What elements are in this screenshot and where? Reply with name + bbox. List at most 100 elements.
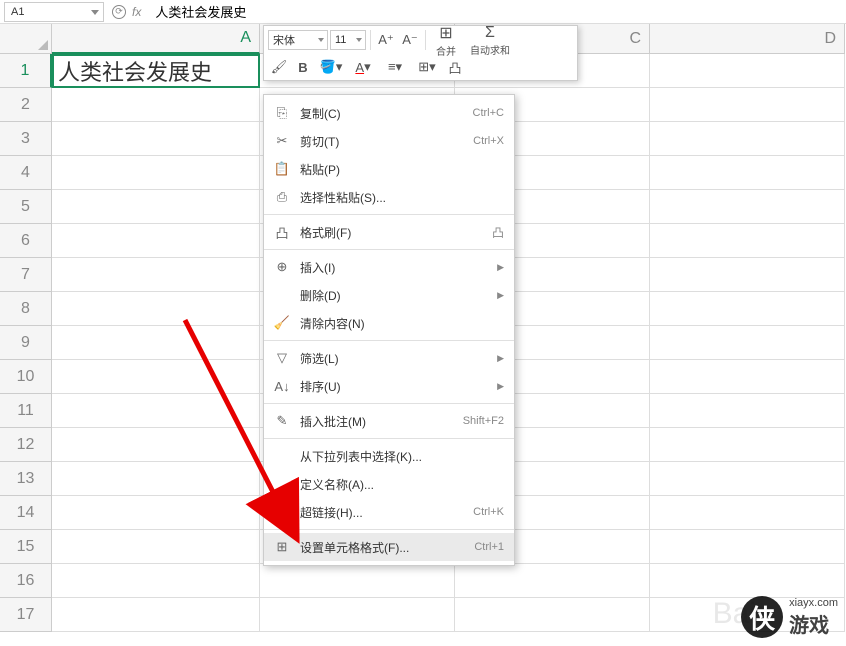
row-header-16[interactable]: 16 bbox=[0, 564, 52, 598]
row-header-13[interactable]: 13 bbox=[0, 462, 52, 496]
menu-copy[interactable]: ⎘ 复制(C) Ctrl+C bbox=[264, 99, 514, 127]
filter-icon: ▽ bbox=[272, 350, 292, 366]
watermark-site: xiayx.com bbox=[789, 597, 838, 609]
cell[interactable] bbox=[52, 224, 260, 258]
decrease-font-button[interactable]: A⁻ bbox=[399, 29, 421, 51]
row-header-7[interactable]: 7 bbox=[0, 258, 52, 292]
cell[interactable] bbox=[650, 326, 845, 360]
cell[interactable] bbox=[52, 428, 260, 462]
col-header-a[interactable]: A bbox=[52, 24, 260, 54]
row-header-11[interactable]: 11 bbox=[0, 394, 52, 428]
cell[interactable] bbox=[650, 564, 845, 598]
cell[interactable] bbox=[650, 224, 845, 258]
row-header-1[interactable]: 1 bbox=[0, 54, 52, 88]
autosum-button[interactable]: Σ 自动求和 bbox=[464, 24, 516, 57]
cell[interactable] bbox=[650, 360, 845, 394]
border-button[interactable]: ⊞▾ bbox=[412, 56, 442, 78]
name-box[interactable]: A1 bbox=[4, 2, 104, 22]
row-header-2[interactable]: 2 bbox=[0, 88, 52, 122]
submenu-arrow-icon: ▶ bbox=[497, 353, 504, 364]
cell[interactable] bbox=[52, 190, 260, 224]
row-header-5[interactable]: 5 bbox=[0, 190, 52, 224]
row-header-8[interactable]: 8 bbox=[0, 292, 52, 326]
menu-format-painter[interactable]: 凸 格式刷(F) 凸 bbox=[264, 218, 514, 246]
cell[interactable] bbox=[455, 598, 650, 632]
menu-hyperlink[interactable]: 🔗 超链接(H)... Ctrl+K bbox=[264, 498, 514, 526]
cell[interactable] bbox=[52, 258, 260, 292]
format-painter-apply-icon: 凸 bbox=[492, 224, 504, 241]
cell[interactable] bbox=[52, 564, 260, 598]
row-header-14[interactable]: 14 bbox=[0, 496, 52, 530]
bold-button[interactable]: B bbox=[292, 56, 314, 78]
menu-cut[interactable]: ✂ 剪切(T) Ctrl+X bbox=[264, 127, 514, 155]
cell[interactable] bbox=[52, 292, 260, 326]
row-header-17[interactable]: 17 bbox=[0, 598, 52, 632]
row-header-3[interactable]: 3 bbox=[0, 122, 52, 156]
align-button[interactable]: ≡▾ bbox=[380, 56, 410, 78]
cell[interactable] bbox=[260, 598, 455, 632]
row-header-9[interactable]: 9 bbox=[0, 326, 52, 360]
menu-clear[interactable]: 🧹 清除内容(N) bbox=[264, 309, 514, 337]
row-header-12[interactable]: 12 bbox=[0, 428, 52, 462]
cell[interactable] bbox=[52, 88, 260, 122]
cell-d1[interactable] bbox=[650, 54, 845, 88]
cell-a1[interactable]: 人类社会发展史 bbox=[52, 54, 260, 88]
font-color-button[interactable]: A▾ bbox=[348, 56, 378, 78]
cell[interactable] bbox=[52, 360, 260, 394]
cell[interactable] bbox=[650, 156, 845, 190]
menu-format-cells[interactable]: ⊞ 设置单元格格式(F)... Ctrl+1 bbox=[264, 533, 514, 561]
font-name-dropdown[interactable]: 宋体 bbox=[268, 30, 328, 50]
row-header-15[interactable]: 15 bbox=[0, 530, 52, 564]
row-header-10[interactable]: 10 bbox=[0, 360, 52, 394]
menu-define-name[interactable]: 定义名称(A)... bbox=[264, 470, 514, 498]
cut-icon: ✂ bbox=[272, 133, 292, 149]
cell[interactable] bbox=[650, 462, 845, 496]
menu-paste[interactable]: 📋 粘贴(P) bbox=[264, 155, 514, 183]
cell[interactable] bbox=[52, 326, 260, 360]
cell[interactable] bbox=[52, 122, 260, 156]
menu-insert-comment[interactable]: ✎ 插入批注(M) Shift+F2 bbox=[264, 407, 514, 435]
watermark: 侠 xiayx.com 游戏 bbox=[741, 596, 838, 638]
cell[interactable] bbox=[52, 598, 260, 632]
paste-special-icon: ⎙ bbox=[272, 189, 292, 205]
menu-delete[interactable]: 删除(D) ▶ bbox=[264, 281, 514, 309]
fill-color-button[interactable]: 🪣▾ bbox=[316, 56, 346, 78]
context-menu: ⎘ 复制(C) Ctrl+C ✂ 剪切(T) Ctrl+X 📋 粘贴(P) ⎙ … bbox=[263, 94, 515, 566]
cell[interactable] bbox=[52, 462, 260, 496]
fx-label[interactable]: fx bbox=[132, 5, 141, 19]
cell[interactable] bbox=[52, 530, 260, 564]
select-all-corner[interactable] bbox=[0, 24, 52, 54]
col-header-d[interactable]: D bbox=[650, 24, 845, 54]
cell[interactable] bbox=[650, 122, 845, 156]
menu-sort[interactable]: A↓ 排序(U) ▶ bbox=[264, 372, 514, 400]
cell[interactable] bbox=[650, 428, 845, 462]
menu-insert[interactable]: ⊕ 插入(I) ▶ bbox=[264, 253, 514, 281]
format-painter-icon[interactable]: 🖌 bbox=[268, 56, 290, 78]
cell[interactable] bbox=[650, 394, 845, 428]
reload-icon[interactable]: ⟳ bbox=[112, 5, 126, 19]
cell[interactable] bbox=[52, 394, 260, 428]
cell[interactable] bbox=[455, 564, 650, 598]
paste-icon: 📋 bbox=[272, 161, 292, 177]
menu-paste-special[interactable]: ⎙ 选择性粘贴(S)... bbox=[264, 183, 514, 211]
cell[interactable] bbox=[650, 190, 845, 224]
cell[interactable] bbox=[52, 156, 260, 190]
cell[interactable] bbox=[650, 530, 845, 564]
font-size-dropdown[interactable]: 11 bbox=[330, 30, 366, 50]
lock-button[interactable]: 凸 bbox=[444, 56, 466, 78]
merge-cells-button[interactable]: ⊞ 合并 bbox=[430, 23, 462, 58]
menu-filter[interactable]: ▽ 筛选(L) ▶ bbox=[264, 344, 514, 372]
format-painter-icon: 凸 bbox=[272, 223, 292, 242]
cell[interactable] bbox=[650, 496, 845, 530]
formula-bar-input[interactable] bbox=[149, 2, 842, 22]
increase-font-button[interactable]: A⁺ bbox=[375, 29, 397, 51]
cell[interactable] bbox=[650, 88, 845, 122]
cell[interactable] bbox=[650, 292, 845, 326]
sort-icon: A↓ bbox=[272, 379, 292, 394]
row-header-6[interactable]: 6 bbox=[0, 224, 52, 258]
cell[interactable] bbox=[260, 564, 455, 598]
cell[interactable] bbox=[52, 496, 260, 530]
menu-dropdown-select[interactable]: 从下拉列表中选择(K)... bbox=[264, 442, 514, 470]
cell[interactable] bbox=[650, 258, 845, 292]
row-header-4[interactable]: 4 bbox=[0, 156, 52, 190]
